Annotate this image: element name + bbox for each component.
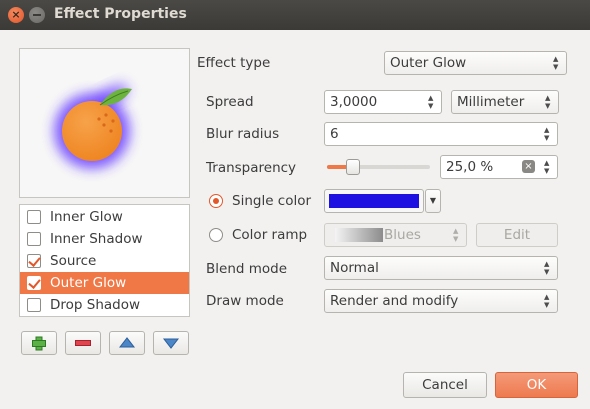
effect-preview	[19, 48, 190, 198]
blur-radius-value: 6	[330, 126, 339, 142]
single-color-label: Single color	[232, 193, 312, 209]
blend-mode-value: Normal	[330, 260, 379, 276]
chevron-down-icon: ▼	[429, 196, 437, 205]
clear-icon[interactable]: ×	[522, 160, 535, 173]
effects-list: Inner Glow Inner Shadow Source Outer Glo…	[19, 204, 190, 317]
effect-checkbox[interactable]	[27, 232, 41, 246]
spin-arrows-icon[interactable]: ▲ ▼	[544, 126, 552, 142]
draw-mode-label: Draw mode	[206, 293, 284, 309]
effect-item-source[interactable]: Source	[20, 250, 189, 272]
select-arrows-icon: ▲ ▼	[544, 293, 550, 309]
blend-mode-select[interactable]: Normal ▲ ▼	[324, 256, 558, 280]
ramp-value: Blues	[384, 227, 421, 243]
color-menu-button[interactable]: ▼	[425, 189, 441, 213]
spread-unit-select[interactable]: Millimeter ▲ ▼	[451, 90, 559, 114]
window-title: Effect Properties	[54, 6, 187, 22]
blur-radius-spinbox[interactable]: 6 ▲ ▼	[324, 122, 558, 146]
spread-unit-value: Millimeter	[457, 94, 525, 110]
move-up-button[interactable]	[109, 331, 145, 355]
edit-ramp-button[interactable]: Edit	[476, 223, 558, 247]
transparency-spinbox[interactable]: 25,0 % × ▲ ▼	[440, 155, 558, 179]
effect-checkbox[interactable]	[27, 254, 41, 268]
select-arrows-icon: ▲ ▼	[545, 94, 551, 110]
select-arrows-icon: ▲ ▼	[553, 55, 559, 71]
ok-button[interactable]: OK	[495, 372, 578, 398]
blend-mode-label: Blend mode	[206, 261, 288, 277]
transparency-label: Transparency	[206, 160, 297, 176]
single-color-radio[interactable]	[209, 194, 223, 208]
draw-mode-value: Render and modify	[330, 293, 459, 309]
transparency-value: 25,0 %	[446, 159, 494, 175]
arrow-down-icon	[162, 338, 180, 349]
add-icon	[32, 336, 46, 351]
effect-type-select[interactable]: Outer Glow ▲ ▼	[384, 51, 567, 75]
add-effect-button[interactable]	[21, 331, 57, 355]
spread-spinbox[interactable]: 3,0000 ▲ ▼	[324, 90, 442, 114]
ramp-preview	[335, 228, 383, 242]
blur-radius-label: Blur radius	[206, 126, 280, 142]
spread-value: 3,0000	[330, 94, 378, 110]
move-down-button[interactable]	[153, 331, 189, 355]
color-ramp-radio[interactable]	[209, 228, 223, 242]
effect-item-inner-glow[interactable]: Inner Glow	[20, 206, 189, 228]
transparency-slider-handle[interactable]	[346, 159, 360, 175]
minimize-icon[interactable]	[29, 7, 45, 23]
effect-item-drop-shadow[interactable]: Drop Shadow	[20, 294, 189, 316]
arrow-up-icon	[118, 337, 136, 348]
effect-item-inner-shadow[interactable]: Inner Shadow	[20, 228, 189, 250]
effect-checkbox[interactable]	[27, 298, 41, 312]
orange-preview-image	[54, 83, 132, 169]
effect-checkbox[interactable]	[27, 210, 41, 224]
select-arrows-icon: ▲ ▼	[453, 227, 459, 243]
effect-label: Source	[50, 253, 97, 269]
spin-arrows-icon[interactable]: ▲ ▼	[428, 94, 436, 110]
color-swatch	[329, 194, 419, 208]
color-ramp-select[interactable]: Blues ▲ ▼	[324, 223, 467, 247]
title-bar: × Effect Properties	[0, 0, 590, 30]
select-arrows-icon: ▲ ▼	[544, 260, 550, 276]
effect-checkbox[interactable]	[27, 276, 41, 290]
effect-type-value: Outer Glow	[390, 55, 467, 71]
effect-label: Inner Glow	[50, 209, 123, 225]
spin-arrows-icon[interactable]: ▲ ▼	[544, 159, 552, 175]
effect-label: Inner Shadow	[50, 231, 143, 247]
spread-label: Spread	[206, 94, 254, 110]
color-ramp-label: Color ramp	[232, 227, 308, 243]
effect-item-outer-glow[interactable]: Outer Glow	[20, 272, 189, 294]
color-swatch-button[interactable]	[324, 189, 424, 213]
effect-label: Outer Glow	[50, 275, 127, 291]
close-icon[interactable]: ×	[8, 7, 24, 23]
draw-mode-select[interactable]: Render and modify ▲ ▼	[324, 289, 558, 313]
effect-label: Drop Shadow	[50, 297, 141, 313]
effect-type-label: Effect type	[197, 55, 271, 71]
remove-effect-button[interactable]	[65, 331, 101, 355]
remove-icon	[75, 340, 91, 346]
cancel-button[interactable]: Cancel	[403, 372, 487, 398]
